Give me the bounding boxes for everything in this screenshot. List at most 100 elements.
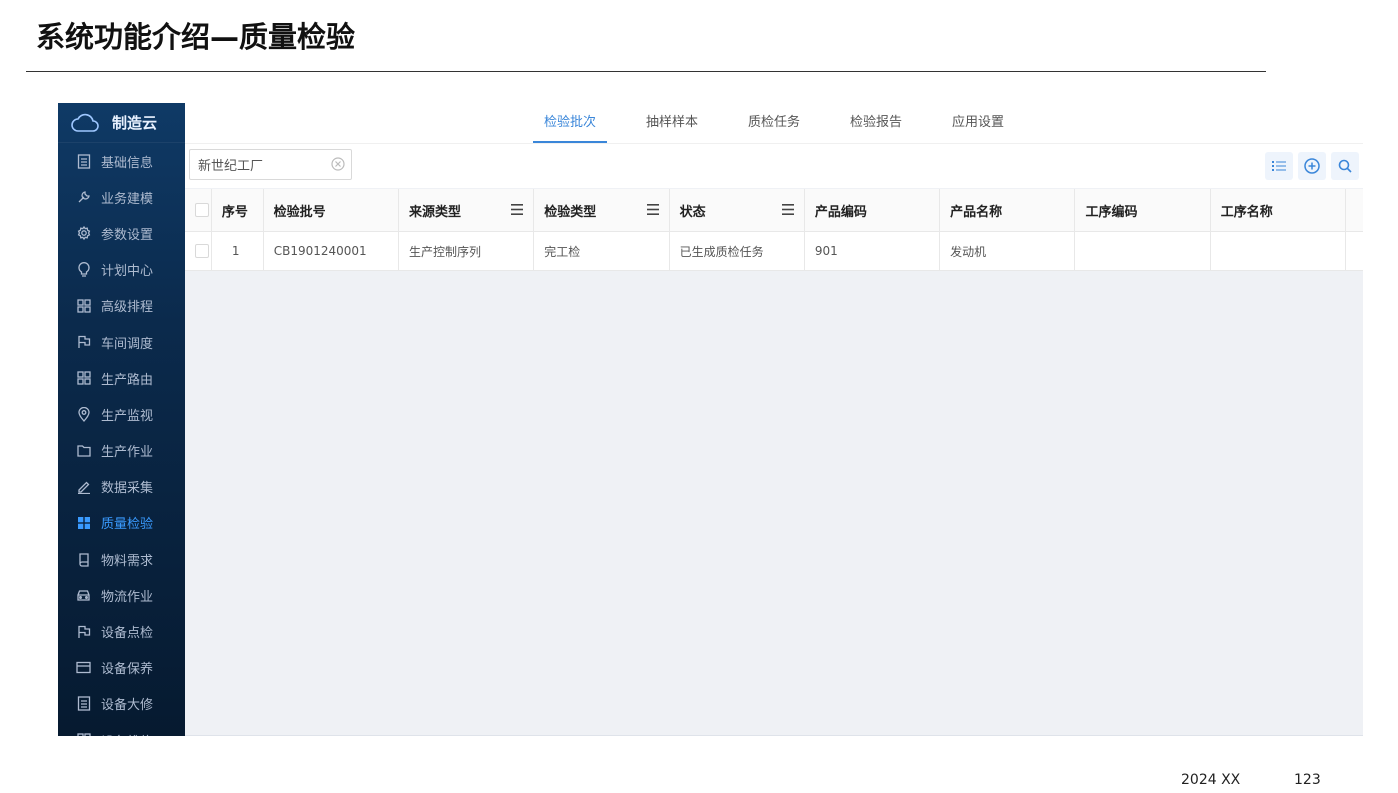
sidebar-item-label: 业务建模: [101, 191, 154, 207]
column-menu-icon[interactable]: [511, 204, 524, 215]
flag-icon: [76, 624, 91, 639]
page-number: 123: [1294, 772, 1321, 788]
list-icon: [1272, 161, 1286, 171]
col-header-with-menu: 状态: [670, 189, 805, 231]
location-icon: [76, 406, 91, 422]
cloud-icon: [71, 113, 99, 132]
tab-bar: 检验批次 抽样样本 质检任务 检验报告 应用设置: [185, 103, 1363, 143]
sidebar-item-label: 物流作业: [101, 589, 154, 605]
footer-date: 2024 XX: [1181, 772, 1241, 788]
grid-icon: [76, 371, 91, 386]
col-spacer: [1346, 232, 1363, 270]
col-header: 产品名称: [940, 189, 1076, 231]
row-select-cell: [185, 232, 212, 270]
col-header: 产品编码: [805, 189, 941, 231]
col-header-label: 来源类型: [408, 204, 461, 220]
column-menu-icon[interactable]: [646, 204, 659, 215]
table-cell: CB1901240001: [264, 232, 400, 270]
column-menu-icon[interactable]: [781, 204, 794, 215]
tab-app-settings[interactable]: 应用设置: [941, 103, 1015, 143]
sidebar-item-material-requirements[interactable]: 物料需求: [58, 541, 185, 577]
tab-inspection-report[interactable]: 检验报告: [839, 103, 913, 143]
col-header-with-menu: 检验类型: [534, 189, 670, 231]
table-cell: 已生成质检任务: [670, 232, 805, 270]
sidebar-item-label: 设备大修: [101, 698, 154, 714]
app-window: 制造云 基础信息业务建模参数设置计划中心高级排程车间调度生产路由生产监视生产作业…: [58, 103, 1363, 736]
col-header: 工序编码: [1075, 189, 1211, 231]
factory-search: [189, 149, 352, 180]
sidebar-item-label: 设备维修: [101, 731, 153, 736]
sidebar-item-production-monitoring[interactable]: 生产监视: [58, 396, 185, 432]
sidebar-item-label: 质量检验: [101, 517, 154, 533]
tab-inspection-batch[interactable]: 检验批次: [533, 103, 607, 143]
sidebar-item-production-routing[interactable]: 生产路由: [58, 360, 185, 396]
bulb-icon: [76, 262, 91, 277]
table-cell: [1211, 232, 1346, 270]
tiles-icon: [76, 515, 91, 530]
grid-icon: [76, 733, 91, 736]
select-all-checkbox[interactable]: [195, 203, 209, 217]
table-cell: 1: [212, 232, 264, 270]
col-header: 工序名称: [1211, 189, 1347, 231]
content-bottom-border: [185, 735, 1363, 736]
row-checkbox[interactable]: [195, 244, 209, 258]
document-icon: [76, 696, 91, 712]
table-cell: [1075, 232, 1211, 270]
sidebar-item-label: 生产作业: [101, 445, 154, 461]
book-icon: [76, 552, 91, 567]
sidebar-item-equipment-repair[interactable]: 设备维修: [58, 722, 185, 736]
tab-qc-task[interactable]: 质检任务: [737, 103, 811, 143]
sidebar-item-quality-inspection[interactable]: 质量检验: [58, 505, 185, 541]
flag-icon: [76, 335, 91, 350]
sidebar-item-equipment-overhaul[interactable]: 设备大修: [58, 686, 185, 722]
sidebar-item-label: 物料需求: [101, 553, 154, 569]
sidebar-item-label: 生产路由: [101, 372, 154, 388]
col-header-label: 状态: [679, 204, 706, 220]
sidebar-item-advanced-scheduling[interactable]: 高级排程: [58, 288, 185, 324]
car-icon: [76, 588, 91, 603]
sidebar-item-equipment-inspection[interactable]: 设备点检: [58, 613, 185, 649]
table-cell: 完工检: [534, 232, 670, 270]
sidebar-item-equipment-maintenance[interactable]: 设备保养: [58, 650, 185, 686]
add-button[interactable]: [1298, 152, 1326, 180]
table-header-row: 序号 检验批号 来源类型 检验类型 状态 产品编码 产品名称 工序编码 工序名称: [185, 189, 1363, 232]
clear-icon[interactable]: [331, 157, 345, 171]
col-spacer: [1346, 189, 1363, 231]
toolbar: [185, 143, 1363, 188]
folder-icon: [76, 443, 91, 458]
sidebar-item-logistics-operation[interactable]: 物流作业: [58, 577, 185, 613]
col-header: 检验批号: [264, 189, 399, 231]
table-cell: 发动机: [940, 232, 1076, 270]
col-header: 序号: [212, 189, 264, 231]
sidebar-item-label: 数据采集: [101, 481, 154, 497]
search-button[interactable]: [1331, 152, 1359, 180]
table-row[interactable]: 1 CB1901240001 生产控制序列 完工检 已生成质检任务 901 发动…: [185, 232, 1363, 271]
sidebar-item-production-operation[interactable]: 生产作业: [58, 433, 185, 469]
list-view-button[interactable]: [1265, 152, 1293, 180]
pen-icon: [76, 479, 91, 494]
gear-icon: [76, 226, 91, 241]
search-icon: [1338, 159, 1352, 173]
title-divider: [26, 71, 1266, 72]
brand: 制造云: [58, 103, 185, 143]
main-panel: 检验批次 抽样样本 质检任务 检验报告 应用设置 新世纪工厂 序号 检验批号 来…: [185, 103, 1363, 736]
sidebar-item-label: 设备点检: [101, 626, 154, 642]
factory-search-input[interactable]: [190, 150, 325, 179]
tab-sampling[interactable]: 抽样样本: [635, 103, 709, 143]
brand-name: 制造云: [112, 114, 158, 132]
sidebar-item-parameter-settings[interactable]: 参数设置: [58, 215, 185, 251]
sidebar-item-label: 计划中心: [101, 264, 154, 280]
add-circle-icon: [1304, 158, 1320, 174]
sidebar-item-label: 设备保养: [101, 662, 154, 678]
sidebar-item-planning-center[interactable]: 计划中心: [58, 252, 185, 288]
select-all-cell: [185, 189, 212, 231]
sidebar-item-data-collection[interactable]: 数据采集: [58, 469, 185, 505]
sidebar-item-business-modeling[interactable]: 业务建模: [58, 179, 185, 215]
slide-title: 系统功能介绍—质量检验: [36, 20, 356, 54]
sidebar-item-basic-info[interactable]: 基础信息: [58, 143, 185, 179]
table-cell: 生产控制序列: [399, 232, 535, 270]
inspection-batch-table: 序号 检验批号 来源类型 检验类型 状态 产品编码 产品名称 工序编码 工序名称: [185, 189, 1363, 271]
sidebar-item-workshop-dispatch[interactable]: 车间调度: [58, 324, 185, 360]
sidebar-item-label: 参数设置: [101, 227, 154, 243]
sidebar-item-label: 车间调度: [101, 336, 154, 352]
